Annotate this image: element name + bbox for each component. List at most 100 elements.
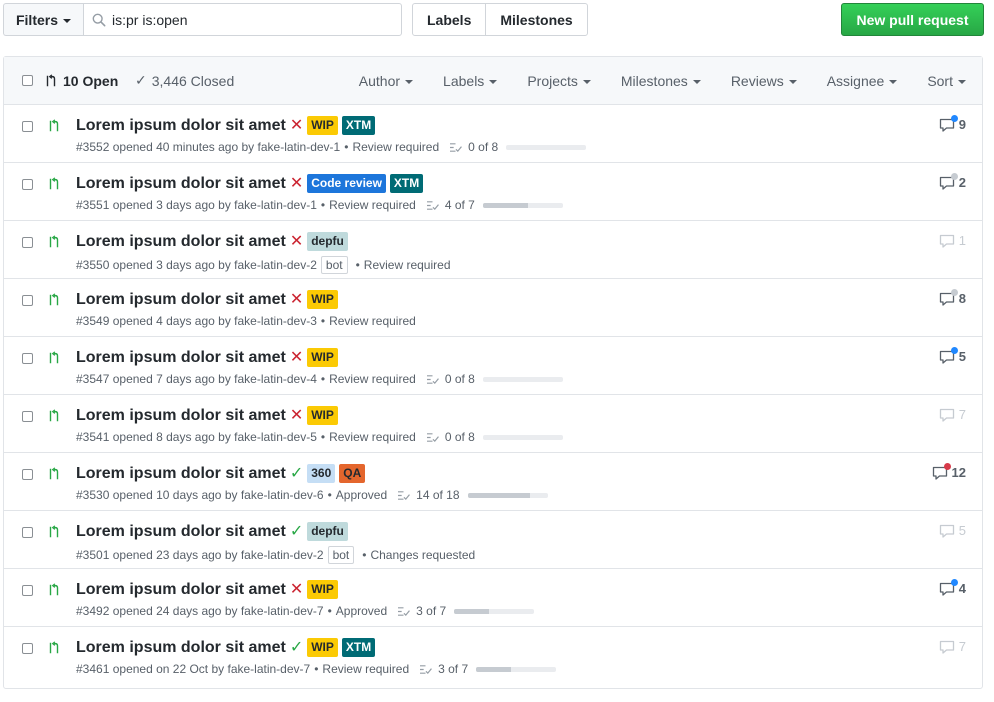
check-success-icon[interactable]: ✓ [290,639,303,656]
pr-title-link[interactable]: Lorem ipsum dolor sit amet [76,407,286,425]
row-checkbox[interactable] [22,469,33,480]
pr-title-link[interactable]: Lorem ipsum dolor sit amet [76,117,286,135]
row-checkbox[interactable] [22,527,33,538]
sort-filter[interactable]: Sort [927,73,966,89]
review-status[interactable]: Review required [329,372,416,386]
row-checkbox[interactable] [22,353,33,364]
row-checkbox[interactable] [22,295,33,306]
open-filter[interactable]: 10 Open [45,73,118,89]
row-checkbox[interactable] [22,237,33,248]
pr-author[interactable]: fake-latin-dev-4 [234,372,317,386]
review-status[interactable]: Approved [336,604,387,618]
pr-author[interactable]: fake-latin-dev-7 [241,604,324,618]
author-filter[interactable]: Author [359,73,414,89]
pr-label[interactable]: WIP [307,348,338,367]
pr-label[interactable]: WIP [307,638,338,657]
pr-label[interactable]: depfu [307,232,348,251]
comment-count-link[interactable]: 5 [939,523,966,538]
labels-filter[interactable]: Labels [443,73,498,89]
row-checkbox[interactable] [22,585,33,596]
projects-filter[interactable]: Projects [527,73,591,89]
check-failure-icon[interactable]: ✕ [290,233,303,250]
labels-button[interactable]: Labels [413,4,485,35]
pr-meta: #3501 opened 23 days ago by fake-latin-d… [76,546,475,564]
pr-title-link[interactable]: Lorem ipsum dolor sit amet [76,523,286,541]
meta-separator: • [327,488,332,502]
pr-opened: opened 3 days ago by [112,258,231,272]
check-failure-icon[interactable]: ✕ [290,581,303,598]
row-checkbox[interactable] [22,411,33,422]
assignee-filter[interactable]: Assignee [827,73,898,89]
pr-author[interactable]: fake-latin-dev-3 [234,314,317,328]
check-failure-icon[interactable]: ✕ [290,349,303,366]
notification-dot [950,114,958,122]
comment-count-link[interactable]: 8 [939,288,966,306]
pr-author[interactable]: fake-latin-dev-6 [241,488,324,502]
pr-label[interactable]: WIP [307,580,338,599]
comment-count-link[interactable]: 7 [939,407,966,422]
pr-author[interactable]: fake-latin-dev-7 [227,662,310,676]
check-failure-icon[interactable]: ✕ [290,117,303,134]
row-checkbox[interactable] [22,643,33,654]
comment-count-link[interactable]: 12 [932,462,966,480]
pr-title-link[interactable]: Lorem ipsum dolor sit amet [76,175,286,193]
search-input[interactable] [112,11,372,28]
milestones-filter[interactable]: Milestones [621,73,701,89]
pull-request-icon [48,351,60,365]
check-failure-icon[interactable]: ✕ [290,291,303,308]
review-status[interactable]: Approved [336,488,387,502]
review-status[interactable]: Review required [364,258,451,272]
review-status[interactable]: Review required [329,314,416,328]
review-status[interactable]: Review required [322,662,409,676]
pr-label[interactable]: XTM [389,174,424,193]
pr-author[interactable]: fake-latin-dev-2 [241,548,324,562]
comment-count-link[interactable]: 7 [939,639,966,654]
pr-title-link[interactable]: Lorem ipsum dolor sit amet [76,349,286,367]
pr-title-link[interactable]: Lorem ipsum dolor sit amet [76,291,286,309]
pr-title-link[interactable]: Lorem ipsum dolor sit amet [76,465,286,483]
pr-author[interactable]: fake-latin-dev-1 [234,198,317,212]
pr-label[interactable]: XTM [341,116,376,135]
row-checkbox[interactable] [22,179,33,190]
filters-button[interactable]: Filters [3,3,83,36]
pr-label[interactable]: QA [339,464,366,483]
comment-count-link[interactable]: 2 [939,172,966,190]
check-failure-icon[interactable]: ✕ [290,175,303,192]
review-status[interactable]: Changes requested [370,548,475,562]
pr-label[interactable]: depfu [307,522,348,541]
comment-count-link[interactable]: 1 [939,233,966,248]
pr-label[interactable]: Code review [307,174,386,193]
review-status[interactable]: Review required [329,430,416,444]
review-status[interactable]: Review required [352,140,439,154]
task-count: 0 of 8 [468,140,499,154]
new-pull-request-button[interactable]: New pull request [841,3,984,36]
check-success-icon[interactable]: ✓ [290,523,303,540]
comment-count-link[interactable]: 9 [939,114,966,132]
select-all-checkbox[interactable] [22,75,33,86]
closed-filter[interactable]: ✓ 3,446 Closed [135,72,234,89]
pr-number: #3550 [76,258,110,272]
pr-author[interactable]: fake-latin-dev-2 [234,258,317,272]
pr-label[interactable]: XTM [341,638,376,657]
comment-count-link[interactable]: 4 [939,578,966,596]
pr-label[interactable]: 360 [307,464,336,483]
review-status[interactable]: Review required [329,198,416,212]
pr-label[interactable]: WIP [307,406,338,425]
search-box[interactable] [83,3,402,36]
comment-count-link[interactable]: 5 [939,346,966,364]
row-checkbox[interactable] [22,121,33,132]
pr-label[interactable]: WIP [307,116,338,135]
pr-title-link[interactable]: Lorem ipsum dolor sit amet [76,581,286,599]
pr-author[interactable]: fake-latin-dev-5 [234,430,317,444]
comment-count: 2 [958,175,966,190]
reviews-filter[interactable]: Reviews [731,73,797,89]
pr-author[interactable]: fake-latin-dev-1 [258,140,341,154]
pr-number: #3549 [76,314,110,328]
pr-title-link[interactable]: Lorem ipsum dolor sit amet [76,233,286,251]
pr-title-link[interactable]: Lorem ipsum dolor sit amet [76,639,286,657]
check-failure-icon[interactable]: ✕ [290,407,303,424]
check-success-icon[interactable]: ✓ [290,465,303,482]
pr-label[interactable]: WIP [307,290,338,309]
milestones-button[interactable]: Milestones [485,4,586,35]
comment-icon [939,346,958,364]
